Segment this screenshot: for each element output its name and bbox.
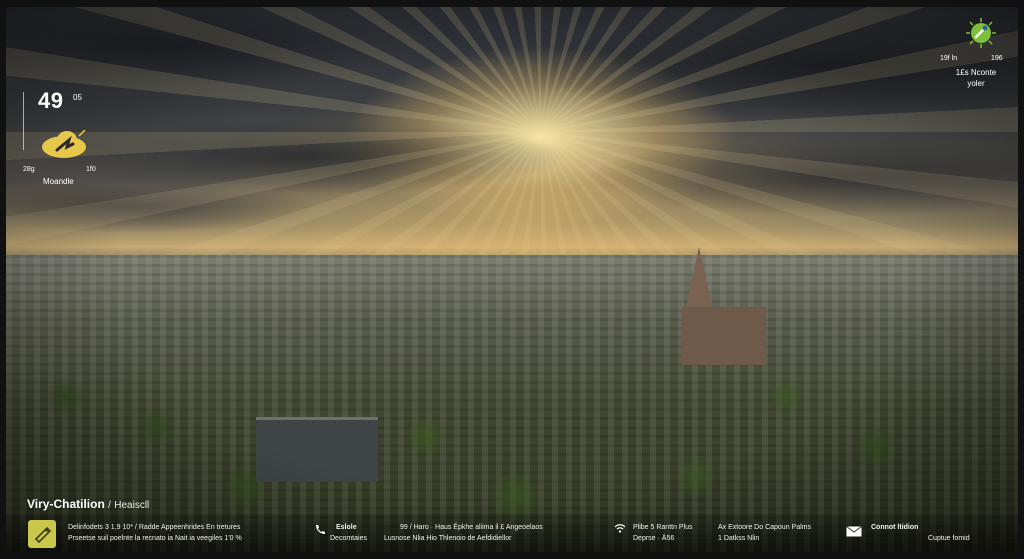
weather-widget[interactable]: 49 05 28g 1f0 Moandle bbox=[23, 88, 113, 188]
weather-divider bbox=[23, 92, 24, 150]
network-line-2: Deprse · Ä56 bbox=[633, 535, 675, 542]
temperature-high: 1f0 bbox=[86, 166, 96, 173]
wifi-icon[interactable] bbox=[614, 522, 626, 534]
extra-line-2: 1 Datkss Nlin bbox=[718, 535, 760, 542]
mail-title: Connot ltidion bbox=[871, 524, 919, 531]
city-title: Viry-Chatilion / Heaiscll bbox=[27, 497, 149, 511]
contact-title: Eslole bbox=[336, 524, 357, 531]
church-spire bbox=[685, 247, 713, 311]
mail-subtitle: Cuptue fomid bbox=[928, 535, 970, 542]
network-line-1: Plibe 5 Ranttn Plus bbox=[633, 524, 693, 531]
temperature-superscript: 05 bbox=[73, 93, 82, 102]
sun-compass-icon bbox=[966, 18, 996, 48]
large-building bbox=[256, 417, 378, 482]
temperature-low: 28g bbox=[23, 166, 35, 173]
contact-subtitle: Decomtaies bbox=[330, 535, 367, 542]
info-middle-line-1: 99 / Haro · Haus Épkhe aliima il £ Angeo… bbox=[400, 524, 543, 531]
city-name: Viry-Chatilion bbox=[27, 497, 105, 511]
sun-widget[interactable]: 19f ln 196 1£s Nconte yoler bbox=[936, 18, 1016, 98]
sun-sublabel: yoler bbox=[967, 79, 985, 88]
city-photo-background bbox=[6, 7, 1018, 552]
church-nave bbox=[682, 307, 766, 365]
city-suffix: Heaiscll bbox=[114, 500, 150, 511]
city-separator: / bbox=[108, 500, 111, 511]
info-line-1: Delinfodets 3 1,9 10* / Radde Appeenhrid… bbox=[68, 524, 241, 531]
weather-location: Moandle bbox=[43, 177, 74, 186]
info-line-2: Prseetse suil poelnte la recnato ia Nait… bbox=[68, 535, 242, 542]
partly-cloudy-icon bbox=[42, 130, 86, 158]
sun-high: 196 bbox=[991, 55, 1003, 62]
info-middle-line-2: Lusnose Nlia Hio Thlenoio de Aefdidiello… bbox=[384, 535, 512, 542]
temperature: 49 bbox=[38, 88, 64, 113]
info-bar: Delinfodets 3 1,9 10* / Radde Appeenhrid… bbox=[6, 514, 1018, 552]
sun-low: 19f ln bbox=[940, 55, 958, 62]
phone-icon[interactable] bbox=[314, 524, 326, 536]
mail-icon[interactable] bbox=[846, 526, 862, 537]
leaf-tag-icon[interactable] bbox=[28, 520, 56, 548]
extra-line-1: Ax Extoore Do Capoun Palms bbox=[718, 524, 811, 531]
sun-label: 1£s Nconte bbox=[955, 68, 997, 77]
clouds bbox=[6, 7, 1018, 257]
